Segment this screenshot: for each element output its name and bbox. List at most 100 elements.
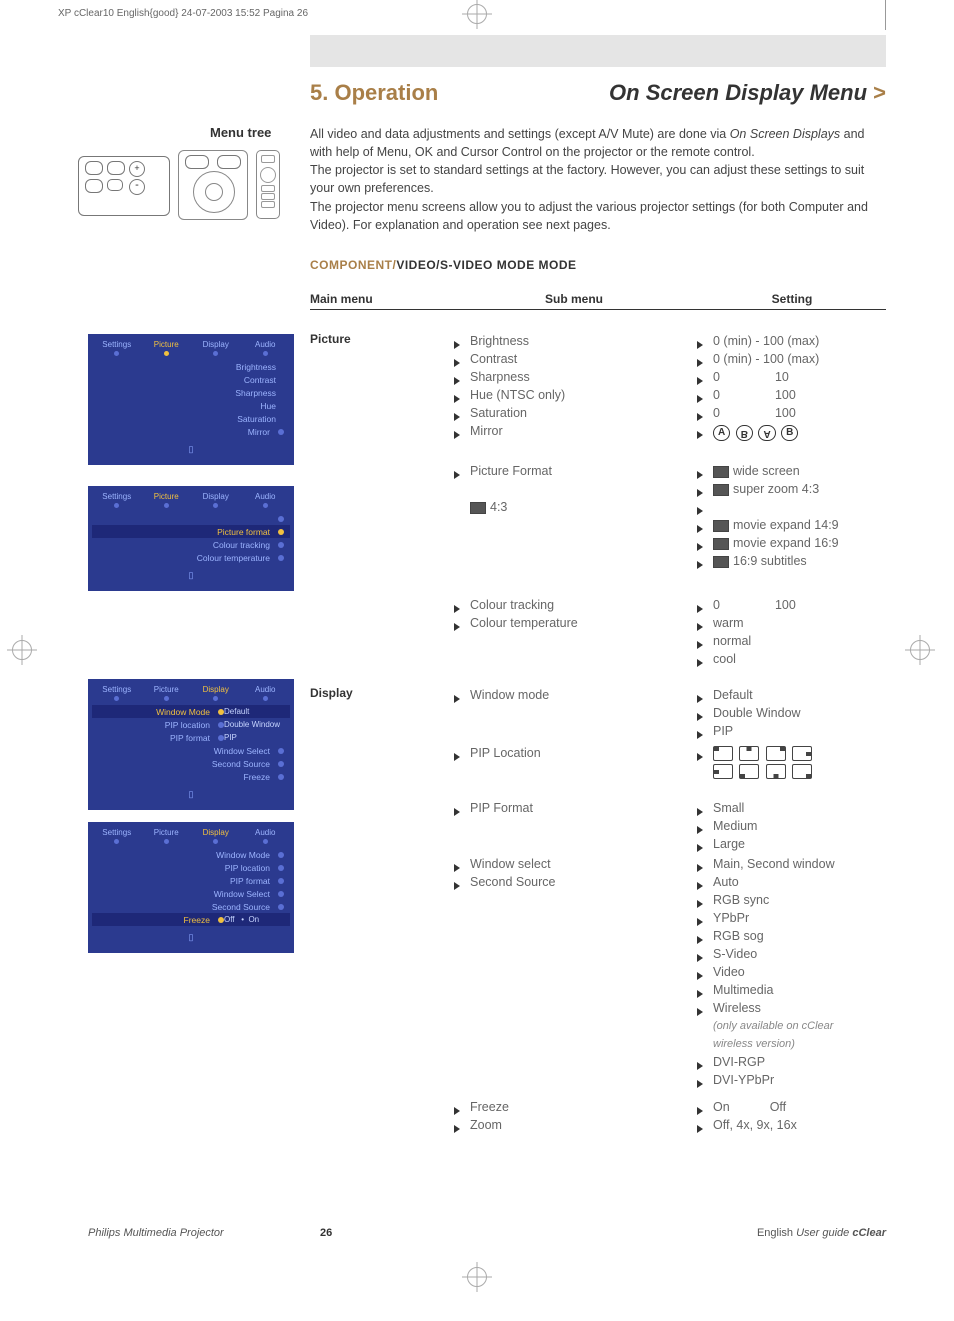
set-sharpness-10: 10 xyxy=(775,370,789,384)
footer-left: Philips Multimedia Projector xyxy=(88,1227,224,1239)
crop-mark-left xyxy=(12,640,32,660)
set-ss-rgbsync: RGB sync xyxy=(713,891,835,909)
footer-model: cClear xyxy=(852,1227,886,1239)
osd-row-pip-format: PIP format xyxy=(98,733,218,743)
pip-bl-icon xyxy=(739,764,759,779)
pf-superzoom-icon xyxy=(713,484,729,496)
pf-169-icon xyxy=(713,538,729,550)
set-pf-large: Large xyxy=(713,835,757,853)
set-ss-note1: (only available on cClear xyxy=(713,1017,835,1035)
sub-display-block: Window mode xyxy=(470,686,549,704)
set-169sub: 16:9 subtitles xyxy=(713,552,839,570)
osd-row-picture-format: Picture format xyxy=(98,527,278,537)
osd-val-default: Default xyxy=(224,707,284,716)
osd-row-pip-location: PIP location xyxy=(98,720,218,730)
mirror-a-icon: A xyxy=(713,425,730,441)
sub-colour-temperature: Colour temperature xyxy=(470,614,578,632)
osd-row-contrast: Contrast xyxy=(98,375,284,385)
sub-sharpness: Sharpness xyxy=(470,368,565,386)
page-footer: Philips Multimedia Projector 26 English … xyxy=(88,1227,886,1239)
intro-text: All video and data adjustments and setti… xyxy=(310,125,886,234)
sub-mirror: Mirror xyxy=(470,422,565,440)
osd-row-mirror: Mirror xyxy=(98,427,278,437)
osd-tab-settings: Settings xyxy=(92,492,142,501)
pf-169sub-icon xyxy=(713,556,729,568)
section-heading-rest: VIDEO/S-VIDEO MODE MODE xyxy=(396,258,576,272)
sub-4-3-label: 4:3 xyxy=(490,500,507,514)
sub-window-select: Window select xyxy=(470,855,555,873)
set-superzoom-label: super zoom 4:3 xyxy=(733,482,819,496)
osd-tab-audio: Audio xyxy=(241,685,291,694)
projector-control-panel-icon xyxy=(178,150,248,220)
osd-row-colour-temperature: Colour temperature xyxy=(98,553,278,563)
set-sat-100: 100 xyxy=(775,406,796,420)
set-ss-rgbsog: RGB sog xyxy=(713,927,835,945)
projector-body-icon: + - xyxy=(78,156,170,216)
sub-picture-format-block: Picture Format 4:3 xyxy=(470,462,552,516)
sub-colour-tracking: Colour tracking xyxy=(470,596,578,614)
intro-p3: The projector menu screens allow you to … xyxy=(310,198,886,234)
sub-window-mode: Window mode xyxy=(470,686,549,704)
mirror-b-icon: B xyxy=(736,425,753,441)
battery-icon: ▯ xyxy=(92,444,290,455)
pip-mr-icon xyxy=(792,746,812,761)
set-wide: wide screen xyxy=(713,462,839,480)
menu-tree-label: Menu tree xyxy=(210,125,271,140)
osd-row-window-select: Window Select xyxy=(98,889,278,899)
pf-wide-icon xyxy=(713,466,729,478)
sub-colour-block: Colour tracking Colour temperature xyxy=(470,596,578,632)
osd-panel-picture-2: Settings Picture Display Audio Picture f… xyxy=(88,486,294,591)
osd-row-second-source: Second Source xyxy=(98,902,278,912)
set-freeze-on: On xyxy=(713,1100,730,1114)
osd-tab-display: Display xyxy=(191,685,241,694)
set-window-sources: Main, Second window Auto RGB sync YPbPr … xyxy=(713,855,835,1089)
sub-pip-format: PIP Format xyxy=(470,799,533,817)
set-ss-auto: Auto xyxy=(713,873,835,891)
sub-hue: Hue (NTSC only) xyxy=(470,386,565,404)
set-normal: normal xyxy=(713,632,796,650)
col-header-main: Main menu xyxy=(310,292,450,306)
osd-tab-display: Display xyxy=(191,828,241,837)
footer-right: English User guide cClear xyxy=(757,1227,886,1239)
set-pip-loc-row2 xyxy=(713,762,815,780)
set-ss-ypbpr: YPbPr xyxy=(713,909,835,927)
print-header: XP cClear10 English{good} 24-07-2003 15:… xyxy=(58,8,308,19)
set-sharpness: 010 xyxy=(713,368,819,386)
osd-tab-display: Display xyxy=(191,340,241,349)
osd-tab-settings: Settings xyxy=(92,685,142,694)
set-freeze-zoom: OnOff Off, 4x, 9x, 16x xyxy=(713,1098,797,1134)
set-zoom: Off, 4x, 9x, 16x xyxy=(713,1116,797,1134)
pip-ml-icon xyxy=(713,764,733,779)
set-pf-medium: Medium xyxy=(713,817,757,835)
col-header-setting: Setting xyxy=(698,292,886,306)
set-hue: 0100 xyxy=(713,386,819,404)
pip-bc-icon xyxy=(766,764,786,779)
osd-val-off: Off xyxy=(224,915,235,924)
osd-tab-picture: Picture xyxy=(142,828,192,837)
osd-row-hue: Hue xyxy=(98,401,284,411)
intro-p1b: On Screen Displays xyxy=(730,127,840,141)
sub-4-3: 4:3 xyxy=(470,498,552,516)
set-colour-tracking: 0100 xyxy=(713,596,796,614)
osd-tab-picture: Picture xyxy=(142,492,192,501)
set-colour: 0100 warm normal cool xyxy=(713,596,796,668)
projector-illustration: + - xyxy=(78,150,283,220)
pip-tr-icon xyxy=(766,746,786,761)
set-wide-label: wide screen xyxy=(733,464,800,478)
sub-window-select-block: Window select Second Source xyxy=(470,855,555,891)
set-warm: warm xyxy=(713,614,796,632)
crop-mark-top xyxy=(467,4,487,24)
osd-panel-picture-1: Settings Picture Display Audio Brightnes… xyxy=(88,334,294,465)
set-ss-wireless: Wireless xyxy=(713,999,835,1017)
osd-row-second-source: Second Source xyxy=(98,759,278,769)
osd-row-pip-location: PIP location xyxy=(98,863,278,873)
footer-page: 26 xyxy=(320,1227,332,1239)
pf-149-icon xyxy=(713,520,729,532)
page-header: 5. Operation On Screen Display Menu > xyxy=(310,80,886,106)
set-wm-double: Double Window xyxy=(713,704,801,722)
osd-row-window-mode: Window Mode xyxy=(98,850,278,860)
set-brightness-etc: 0 (min) - 100 (max) 0 (min) - 100 (max) … xyxy=(713,332,819,441)
osd-panel-display-2: Settings Picture Display Audio Window Mo… xyxy=(88,822,294,953)
osd-row-brightness: Brightness xyxy=(98,362,284,372)
osd-row-sharpness: Sharpness xyxy=(98,388,284,398)
